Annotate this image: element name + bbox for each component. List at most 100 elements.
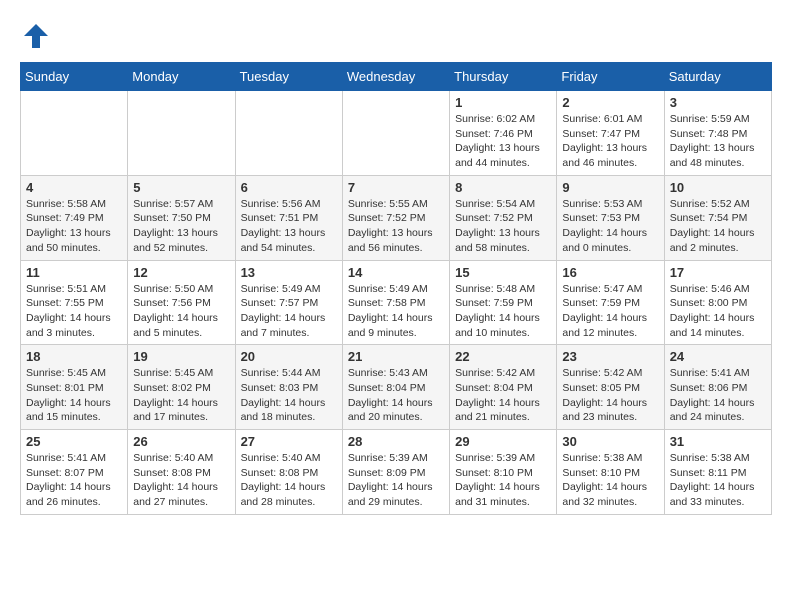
calendar-cell: 2 Sunrise: 6:01 AM Sunset: 7:47 PM Daylig… (557, 91, 664, 176)
day-number: 25 (26, 434, 122, 449)
calendar-cell (128, 91, 235, 176)
page-header (20, 20, 772, 52)
day-number: 16 (562, 265, 658, 280)
week-row-2: 4 Sunrise: 5:58 AM Sunset: 7:49 PM Daylig… (21, 175, 772, 260)
day-info: Sunrise: 5:38 AM Sunset: 8:11 PM Dayligh… (670, 451, 766, 510)
day-info: Sunrise: 5:38 AM Sunset: 8:10 PM Dayligh… (562, 451, 658, 510)
header-row: SundayMondayTuesdayWednesdayThursdayFrid… (21, 63, 772, 91)
day-info: Sunrise: 5:43 AM Sunset: 8:04 PM Dayligh… (348, 366, 444, 425)
calendar-cell: 1Sunrise: 6:02 AM Sunset: 7:46 PM Daylig… (450, 91, 557, 176)
day-number: 3 (670, 95, 766, 110)
day-info: Sunrise: 5:40 AM Sunset: 8:08 PM Dayligh… (133, 451, 229, 510)
calendar-cell: 9Sunrise: 5:53 AM Sunset: 7:53 PM Daylig… (557, 175, 664, 260)
calendar-cell: 8 Sunrise: 5:54 AM Sunset: 7:52 PM Daylig… (450, 175, 557, 260)
calendar-cell (235, 91, 342, 176)
day-number: 31 (670, 434, 766, 449)
day-number: 27 (241, 434, 337, 449)
day-header-monday: Monday (128, 63, 235, 91)
day-number: 19 (133, 349, 229, 364)
day-info: Sunrise: 5:53 AM Sunset: 7:53 PM Dayligh… (562, 197, 658, 256)
day-info: Sunrise: 5:40 AM Sunset: 8:08 PM Dayligh… (241, 451, 337, 510)
day-info: Sunrise: 5:55 AM Sunset: 7:52 PM Dayligh… (348, 197, 444, 256)
day-info: Sunrise: 5:46 AM Sunset: 8:00 PM Dayligh… (670, 282, 766, 341)
calendar-cell: 15 Sunrise: 5:48 AM Sunset: 7:59 PM Dayli… (450, 260, 557, 345)
calendar-cell: 16Sunrise: 5:47 AM Sunset: 7:59 PM Dayli… (557, 260, 664, 345)
day-info: Sunrise: 5:56 AM Sunset: 7:51 PM Dayligh… (241, 197, 337, 256)
day-number: 17 (670, 265, 766, 280)
day-number: 7 (348, 180, 444, 195)
calendar-cell: 22 Sunrise: 5:42 AM Sunset: 8:04 PM Dayli… (450, 345, 557, 430)
week-row-4: 18 Sunrise: 5:45 AM Sunset: 8:01 PM Dayli… (21, 345, 772, 430)
day-info: Sunrise: 5:45 AM Sunset: 8:02 PM Dayligh… (133, 366, 229, 425)
day-number: 28 (348, 434, 444, 449)
day-info: Sunrise: 5:54 AM Sunset: 7:52 PM Dayligh… (455, 197, 551, 256)
calendar-table: SundayMondayTuesdayWednesdayThursdayFrid… (20, 62, 772, 515)
day-info: Sunrise: 5:42 AM Sunset: 8:04 PM Dayligh… (455, 366, 551, 425)
day-number: 1 (455, 95, 551, 110)
day-info: Sunrise: 5:44 AM Sunset: 8:03 PM Dayligh… (241, 366, 337, 425)
calendar-cell: 19 Sunrise: 5:45 AM Sunset: 8:02 PM Dayli… (128, 345, 235, 430)
day-number: 11 (26, 265, 122, 280)
day-number: 30 (562, 434, 658, 449)
week-row-5: 25Sunrise: 5:41 AM Sunset: 8:07 PM Dayli… (21, 430, 772, 515)
calendar-cell: 17 Sunrise: 5:46 AM Sunset: 8:00 PM Dayli… (664, 260, 771, 345)
calendar-cell: 14Sunrise: 5:49 AM Sunset: 7:58 PM Dayli… (342, 260, 449, 345)
day-number: 10 (670, 180, 766, 195)
day-info: Sunrise: 5:58 AM Sunset: 7:49 PM Dayligh… (26, 197, 122, 256)
day-number: 18 (26, 349, 122, 364)
day-number: 12 (133, 265, 229, 280)
day-number: 20 (241, 349, 337, 364)
day-header-sunday: Sunday (21, 63, 128, 91)
calendar-cell: 11Sunrise: 5:51 AM Sunset: 7:55 PM Dayli… (21, 260, 128, 345)
day-number: 23 (562, 349, 658, 364)
day-number: 26 (133, 434, 229, 449)
calendar-cell: 6 Sunrise: 5:56 AM Sunset: 7:51 PM Daylig… (235, 175, 342, 260)
calendar-cell: 18 Sunrise: 5:45 AM Sunset: 8:01 PM Dayli… (21, 345, 128, 430)
day-number: 5 (133, 180, 229, 195)
calendar-cell: 27 Sunrise: 5:40 AM Sunset: 8:08 PM Dayli… (235, 430, 342, 515)
calendar-cell: 3 Sunrise: 5:59 AM Sunset: 7:48 PM Daylig… (664, 91, 771, 176)
day-info: Sunrise: 5:48 AM Sunset: 7:59 PM Dayligh… (455, 282, 551, 341)
day-info: Sunrise: 5:57 AM Sunset: 7:50 PM Dayligh… (133, 197, 229, 256)
calendar-cell: 31 Sunrise: 5:38 AM Sunset: 8:11 PM Dayli… (664, 430, 771, 515)
logo-icon (20, 20, 52, 52)
day-number: 4 (26, 180, 122, 195)
week-row-1: 1Sunrise: 6:02 AM Sunset: 7:46 PM Daylig… (21, 91, 772, 176)
day-info: Sunrise: 5:52 AM Sunset: 7:54 PM Dayligh… (670, 197, 766, 256)
calendar-cell: 7 Sunrise: 5:55 AM Sunset: 7:52 PM Daylig… (342, 175, 449, 260)
day-info: Sunrise: 5:39 AM Sunset: 8:10 PM Dayligh… (455, 451, 551, 510)
calendar-cell: 20 Sunrise: 5:44 AM Sunset: 8:03 PM Dayli… (235, 345, 342, 430)
day-number: 6 (241, 180, 337, 195)
logo (20, 20, 56, 52)
calendar-cell: 25Sunrise: 5:41 AM Sunset: 8:07 PM Dayli… (21, 430, 128, 515)
day-info: Sunrise: 5:41 AM Sunset: 8:06 PM Dayligh… (670, 366, 766, 425)
calendar-cell: 5 Sunrise: 5:57 AM Sunset: 7:50 PM Daylig… (128, 175, 235, 260)
day-info: Sunrise: 5:45 AM Sunset: 8:01 PM Dayligh… (26, 366, 122, 425)
day-header-tuesday: Tuesday (235, 63, 342, 91)
day-number: 22 (455, 349, 551, 364)
day-number: 8 (455, 180, 551, 195)
calendar-cell: 23 Sunrise: 5:42 AM Sunset: 8:05 PM Dayli… (557, 345, 664, 430)
day-number: 24 (670, 349, 766, 364)
day-number: 13 (241, 265, 337, 280)
week-row-3: 11Sunrise: 5:51 AM Sunset: 7:55 PM Dayli… (21, 260, 772, 345)
day-number: 14 (348, 265, 444, 280)
calendar-cell: 29 Sunrise: 5:39 AM Sunset: 8:10 PM Dayli… (450, 430, 557, 515)
day-info: Sunrise: 5:59 AM Sunset: 7:48 PM Dayligh… (670, 112, 766, 171)
day-info: Sunrise: 5:49 AM Sunset: 7:57 PM Dayligh… (241, 282, 337, 341)
day-number: 2 (562, 95, 658, 110)
day-info: Sunrise: 6:01 AM Sunset: 7:47 PM Dayligh… (562, 112, 658, 171)
calendar-cell: 4 Sunrise: 5:58 AM Sunset: 7:49 PM Daylig… (21, 175, 128, 260)
day-header-thursday: Thursday (450, 63, 557, 91)
calendar-cell: 10 Sunrise: 5:52 AM Sunset: 7:54 PM Dayli… (664, 175, 771, 260)
calendar-cell: 26 Sunrise: 5:40 AM Sunset: 8:08 PM Dayli… (128, 430, 235, 515)
day-info: Sunrise: 5:42 AM Sunset: 8:05 PM Dayligh… (562, 366, 658, 425)
calendar-cell (21, 91, 128, 176)
calendar-cell: 13 Sunrise: 5:49 AM Sunset: 7:57 PM Dayli… (235, 260, 342, 345)
calendar-cell: 30 Sunrise: 5:38 AM Sunset: 8:10 PM Dayli… (557, 430, 664, 515)
day-number: 15 (455, 265, 551, 280)
calendar-cell: 21Sunrise: 5:43 AM Sunset: 8:04 PM Dayli… (342, 345, 449, 430)
calendar-cell: 24 Sunrise: 5:41 AM Sunset: 8:06 PM Dayli… (664, 345, 771, 430)
day-header-saturday: Saturday (664, 63, 771, 91)
day-number: 29 (455, 434, 551, 449)
